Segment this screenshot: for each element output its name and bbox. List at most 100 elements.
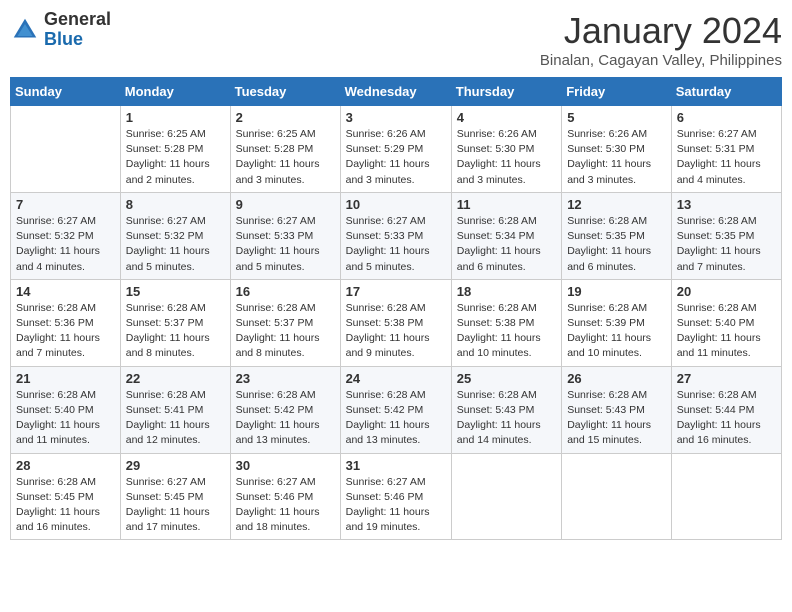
month-title: January 2024 bbox=[540, 10, 782, 52]
logo-text: General Blue bbox=[44, 10, 111, 50]
calendar-cell: 25 Sunrise: 6:28 AMSunset: 5:43 PMDaylig… bbox=[451, 366, 561, 453]
day-info: Sunrise: 6:26 AMSunset: 5:29 PMDaylight:… bbox=[346, 127, 446, 188]
day-info: Sunrise: 6:27 AMSunset: 5:46 PMDaylight:… bbox=[236, 475, 335, 536]
day-info: Sunrise: 6:28 AMSunset: 5:40 PMDaylight:… bbox=[16, 388, 115, 449]
calendar-cell: 20 Sunrise: 6:28 AMSunset: 5:40 PMDaylig… bbox=[671, 279, 781, 366]
day-info: Sunrise: 6:27 AMSunset: 5:31 PMDaylight:… bbox=[677, 127, 776, 188]
title-block: January 2024 Binalan, Cagayan Valley, Ph… bbox=[540, 10, 782, 69]
day-number: 30 bbox=[236, 458, 335, 473]
calendar-cell: 6 Sunrise: 6:27 AMSunset: 5:31 PMDayligh… bbox=[671, 106, 781, 193]
calendar-cell: 31 Sunrise: 6:27 AMSunset: 5:46 PMDaylig… bbox=[340, 453, 451, 540]
calendar-cell bbox=[671, 453, 781, 540]
logo-general-text: General bbox=[44, 10, 111, 30]
weekday-header-tuesday: Tuesday bbox=[230, 78, 340, 106]
calendar-cell: 7 Sunrise: 6:27 AMSunset: 5:32 PMDayligh… bbox=[11, 192, 121, 279]
day-info: Sunrise: 6:28 AMSunset: 5:43 PMDaylight:… bbox=[567, 388, 666, 449]
calendar-cell: 1 Sunrise: 6:25 AMSunset: 5:28 PMDayligh… bbox=[120, 106, 230, 193]
day-info: Sunrise: 6:28 AMSunset: 5:35 PMDaylight:… bbox=[567, 214, 666, 275]
calendar-cell: 23 Sunrise: 6:28 AMSunset: 5:42 PMDaylig… bbox=[230, 366, 340, 453]
day-info: Sunrise: 6:28 AMSunset: 5:40 PMDaylight:… bbox=[677, 301, 776, 362]
day-info: Sunrise: 6:28 AMSunset: 5:42 PMDaylight:… bbox=[346, 388, 446, 449]
calendar-cell bbox=[451, 453, 561, 540]
location-title: Binalan, Cagayan Valley, Philippines bbox=[540, 52, 782, 69]
day-number: 11 bbox=[457, 197, 556, 212]
day-info: Sunrise: 6:27 AMSunset: 5:46 PMDaylight:… bbox=[346, 475, 446, 536]
day-info: Sunrise: 6:28 AMSunset: 5:41 PMDaylight:… bbox=[126, 388, 225, 449]
calendar-week-row: 21 Sunrise: 6:28 AMSunset: 5:40 PMDaylig… bbox=[11, 366, 782, 453]
calendar-cell: 15 Sunrise: 6:28 AMSunset: 5:37 PMDaylig… bbox=[120, 279, 230, 366]
calendar-cell: 10 Sunrise: 6:27 AMSunset: 5:33 PMDaylig… bbox=[340, 192, 451, 279]
calendar-cell: 9 Sunrise: 6:27 AMSunset: 5:33 PMDayligh… bbox=[230, 192, 340, 279]
weekday-header-saturday: Saturday bbox=[671, 78, 781, 106]
day-info: Sunrise: 6:28 AMSunset: 5:37 PMDaylight:… bbox=[236, 301, 335, 362]
weekday-header-monday: Monday bbox=[120, 78, 230, 106]
calendar-cell: 3 Sunrise: 6:26 AMSunset: 5:29 PMDayligh… bbox=[340, 106, 451, 193]
day-number: 20 bbox=[677, 284, 776, 299]
calendar-cell: 4 Sunrise: 6:26 AMSunset: 5:30 PMDayligh… bbox=[451, 106, 561, 193]
calendar-cell: 13 Sunrise: 6:28 AMSunset: 5:35 PMDaylig… bbox=[671, 192, 781, 279]
calendar-cell: 11 Sunrise: 6:28 AMSunset: 5:34 PMDaylig… bbox=[451, 192, 561, 279]
calendar-cell: 5 Sunrise: 6:26 AMSunset: 5:30 PMDayligh… bbox=[562, 106, 672, 193]
logo: General Blue bbox=[10, 10, 111, 50]
calendar-cell bbox=[11, 106, 121, 193]
day-info: Sunrise: 6:27 AMSunset: 5:45 PMDaylight:… bbox=[126, 475, 225, 536]
day-number: 19 bbox=[567, 284, 666, 299]
day-info: Sunrise: 6:25 AMSunset: 5:28 PMDaylight:… bbox=[126, 127, 225, 188]
day-number: 1 bbox=[126, 110, 225, 125]
day-number: 13 bbox=[677, 197, 776, 212]
calendar-cell: 8 Sunrise: 6:27 AMSunset: 5:32 PMDayligh… bbox=[120, 192, 230, 279]
logo-blue-text: Blue bbox=[44, 30, 111, 50]
day-info: Sunrise: 6:28 AMSunset: 5:44 PMDaylight:… bbox=[677, 388, 776, 449]
day-number: 9 bbox=[236, 197, 335, 212]
day-info: Sunrise: 6:28 AMSunset: 5:37 PMDaylight:… bbox=[126, 301, 225, 362]
day-info: Sunrise: 6:28 AMSunset: 5:35 PMDaylight:… bbox=[677, 214, 776, 275]
day-info: Sunrise: 6:27 AMSunset: 5:32 PMDaylight:… bbox=[16, 214, 115, 275]
calendar-cell: 16 Sunrise: 6:28 AMSunset: 5:37 PMDaylig… bbox=[230, 279, 340, 366]
weekday-header-friday: Friday bbox=[562, 78, 672, 106]
calendar-week-row: 14 Sunrise: 6:28 AMSunset: 5:36 PMDaylig… bbox=[11, 279, 782, 366]
calendar-cell: 21 Sunrise: 6:28 AMSunset: 5:40 PMDaylig… bbox=[11, 366, 121, 453]
day-info: Sunrise: 6:28 AMSunset: 5:34 PMDaylight:… bbox=[457, 214, 556, 275]
calendar-cell: 26 Sunrise: 6:28 AMSunset: 5:43 PMDaylig… bbox=[562, 366, 672, 453]
day-number: 14 bbox=[16, 284, 115, 299]
day-number: 27 bbox=[677, 371, 776, 386]
logo-icon bbox=[10, 15, 40, 45]
day-number: 25 bbox=[457, 371, 556, 386]
weekday-header-thursday: Thursday bbox=[451, 78, 561, 106]
day-info: Sunrise: 6:27 AMSunset: 5:33 PMDaylight:… bbox=[236, 214, 335, 275]
day-number: 24 bbox=[346, 371, 446, 386]
calendar-cell: 27 Sunrise: 6:28 AMSunset: 5:44 PMDaylig… bbox=[671, 366, 781, 453]
calendar-cell: 28 Sunrise: 6:28 AMSunset: 5:45 PMDaylig… bbox=[11, 453, 121, 540]
day-number: 3 bbox=[346, 110, 446, 125]
day-info: Sunrise: 6:26 AMSunset: 5:30 PMDaylight:… bbox=[457, 127, 556, 188]
day-info: Sunrise: 6:27 AMSunset: 5:33 PMDaylight:… bbox=[346, 214, 446, 275]
day-number: 8 bbox=[126, 197, 225, 212]
calendar-cell: 17 Sunrise: 6:28 AMSunset: 5:38 PMDaylig… bbox=[340, 279, 451, 366]
day-number: 15 bbox=[126, 284, 225, 299]
day-info: Sunrise: 6:28 AMSunset: 5:36 PMDaylight:… bbox=[16, 301, 115, 362]
day-number: 12 bbox=[567, 197, 666, 212]
page-header: General Blue January 2024 Binalan, Cagay… bbox=[10, 10, 782, 69]
calendar-week-row: 7 Sunrise: 6:27 AMSunset: 5:32 PMDayligh… bbox=[11, 192, 782, 279]
calendar-cell: 14 Sunrise: 6:28 AMSunset: 5:36 PMDaylig… bbox=[11, 279, 121, 366]
day-number: 7 bbox=[16, 197, 115, 212]
day-info: Sunrise: 6:25 AMSunset: 5:28 PMDaylight:… bbox=[236, 127, 335, 188]
calendar-cell: 19 Sunrise: 6:28 AMSunset: 5:39 PMDaylig… bbox=[562, 279, 672, 366]
day-number: 2 bbox=[236, 110, 335, 125]
weekday-header-sunday: Sunday bbox=[11, 78, 121, 106]
calendar-cell: 29 Sunrise: 6:27 AMSunset: 5:45 PMDaylig… bbox=[120, 453, 230, 540]
calendar-cell: 22 Sunrise: 6:28 AMSunset: 5:41 PMDaylig… bbox=[120, 366, 230, 453]
day-number: 31 bbox=[346, 458, 446, 473]
day-number: 16 bbox=[236, 284, 335, 299]
calendar-cell: 18 Sunrise: 6:28 AMSunset: 5:38 PMDaylig… bbox=[451, 279, 561, 366]
day-info: Sunrise: 6:26 AMSunset: 5:30 PMDaylight:… bbox=[567, 127, 666, 188]
day-number: 22 bbox=[126, 371, 225, 386]
calendar-week-row: 28 Sunrise: 6:28 AMSunset: 5:45 PMDaylig… bbox=[11, 453, 782, 540]
day-number: 5 bbox=[567, 110, 666, 125]
day-number: 18 bbox=[457, 284, 556, 299]
day-info: Sunrise: 6:27 AMSunset: 5:32 PMDaylight:… bbox=[126, 214, 225, 275]
day-info: Sunrise: 6:28 AMSunset: 5:38 PMDaylight:… bbox=[457, 301, 556, 362]
weekday-header-wednesday: Wednesday bbox=[340, 78, 451, 106]
day-number: 17 bbox=[346, 284, 446, 299]
weekday-header-row: SundayMondayTuesdayWednesdayThursdayFrid… bbox=[11, 78, 782, 106]
